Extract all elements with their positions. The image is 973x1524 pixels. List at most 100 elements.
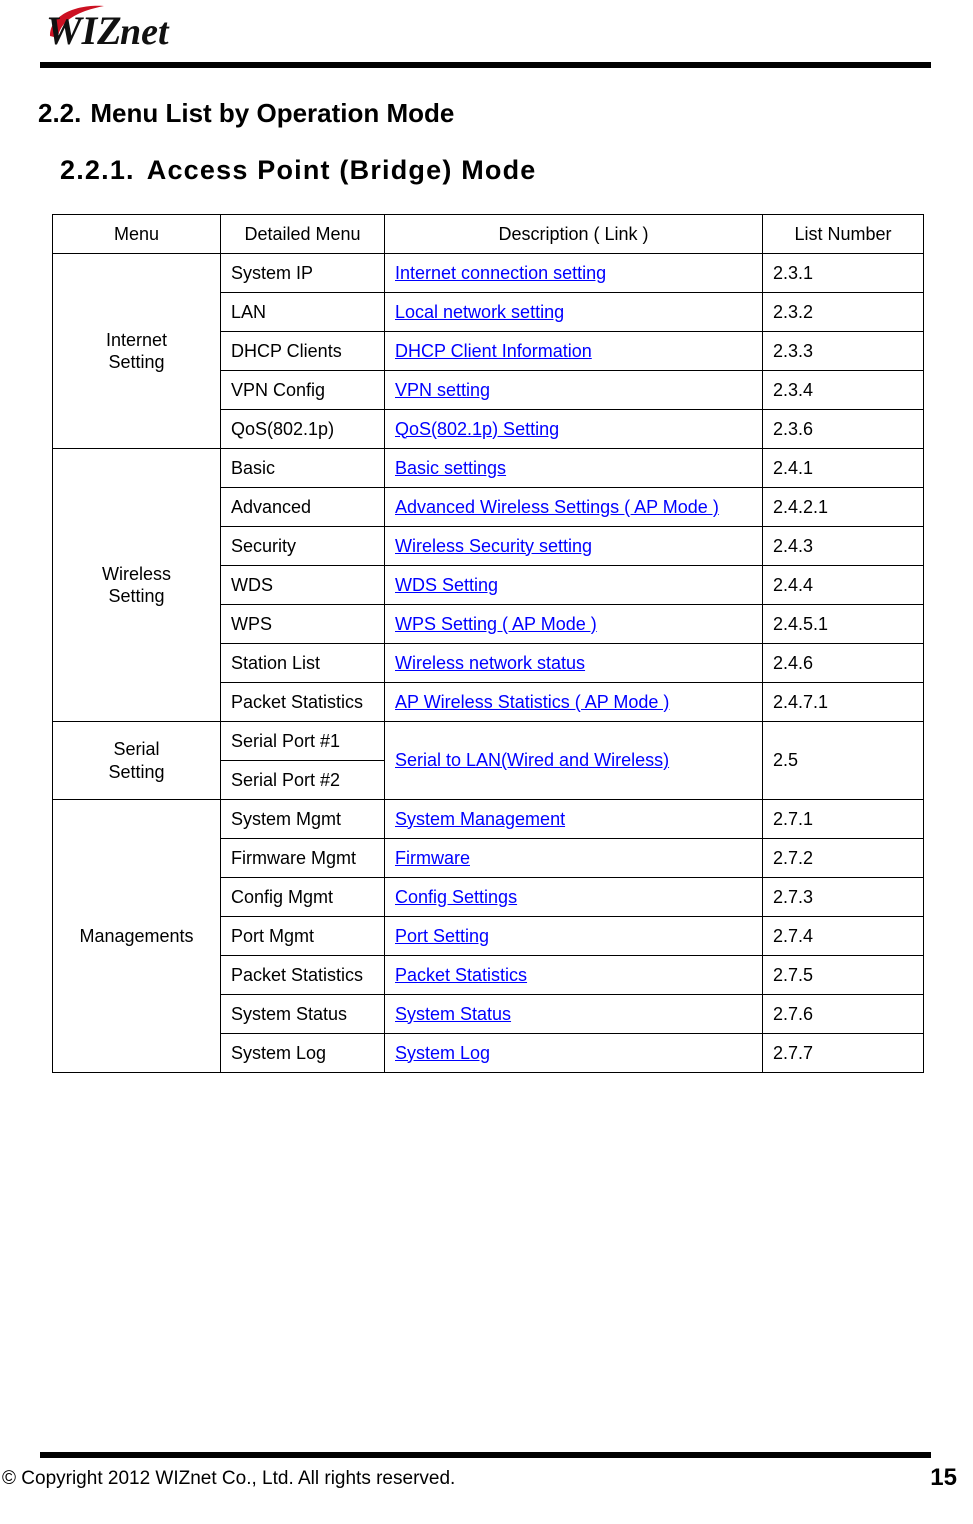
list-number: 2.4.6 [762, 643, 924, 683]
detail-menu-label: Station List [220, 643, 385, 683]
description-cell: Wireless Security setting [384, 526, 763, 566]
list-number: 2.3.6 [762, 409, 924, 449]
description-link[interactable]: WPS Setting ( AP Mode ) [395, 614, 597, 634]
column-header-description: Description ( Link ) [384, 214, 763, 254]
description-cell: Port Setting [384, 916, 763, 956]
description-link[interactable]: DHCP Client Information [395, 341, 592, 361]
description-link[interactable]: Firmware [395, 848, 470, 868]
page-header: WIZ net [0, 0, 973, 78]
list-number: 2.4.4 [762, 565, 924, 605]
subsection-title-text: Access Point (Bridge) Mode [146, 155, 537, 185]
footer-copyright: © Copyright 2012 WIZnet Co., Ltd. All ri… [2, 1468, 456, 1489]
description-cell: WDS Setting [384, 565, 763, 605]
footer-divider-rule [40, 1452, 931, 1458]
description-link[interactable]: Packet Statistics [395, 965, 527, 985]
detail-menu-label: LAN [220, 292, 385, 332]
description-cell: System Management [384, 799, 763, 839]
list-number: 2.3.4 [762, 370, 924, 410]
detail-menu-label: System Mgmt [220, 799, 385, 839]
detail-menu-label: Serial Port #2 [220, 760, 385, 800]
list-number: 2.4.1 [762, 448, 924, 488]
svg-text:WIZ: WIZ [46, 8, 122, 53]
description-link[interactable]: Local network setting [395, 302, 564, 322]
description-link[interactable]: Basic settings [395, 458, 506, 478]
description-cell: Wireless network status [384, 643, 763, 683]
detail-menu-label: Port Mgmt [220, 916, 385, 956]
group-label-internet-setting: Internet Setting [52, 253, 221, 449]
description-link[interactable]: Wireless network status [395, 653, 585, 673]
detail-menu-label: Packet Statistics [220, 682, 385, 722]
list-number: 2.7.7 [762, 1033, 924, 1073]
description-cell: Basic settings [384, 448, 763, 488]
description-link[interactable]: Port Setting [395, 926, 489, 946]
description-cell: VPN setting [384, 370, 763, 410]
description-link[interactable]: WDS Setting [395, 575, 498, 595]
description-cell: Advanced Wireless Settings ( AP Mode ) [384, 487, 763, 527]
subsection-title: 2.2.1. Access Point (Bridge) Mode [60, 155, 537, 186]
table-row: Internet Setting System IP Internet conne… [52, 253, 924, 449]
detail-menu-label: VPN Config [220, 370, 385, 410]
footer-page-number: 15 [930, 1464, 957, 1491]
list-number: 2.4.7.1 [762, 682, 924, 722]
detail-menu-label: Serial Port #1 [220, 721, 385, 761]
list-number: 2.4.5.1 [762, 604, 924, 644]
detail-menu-label: Advanced [220, 487, 385, 527]
page-title: 2.2. Menu List by Operation Mode [38, 98, 454, 129]
section-number: 2.2. [38, 98, 82, 128]
detail-menu-label: DHCP Clients [220, 331, 385, 371]
description-link[interactable]: System Management [395, 809, 565, 829]
description-cell: DHCP Client Information [384, 331, 763, 371]
detail-menu-label: System Status [220, 994, 385, 1034]
detail-menu-label: WPS [220, 604, 385, 644]
table-row: Serial Setting Serial Port #1 Serial to L… [52, 721, 924, 800]
detail-menu-label: Basic [220, 448, 385, 488]
description-link[interactable]: AP Wireless Statistics ( AP Mode ) [395, 692, 669, 712]
description-cell: System Log [384, 1033, 763, 1073]
list-number: 2.7.5 [762, 955, 924, 995]
list-number: 2.5 [762, 721, 924, 800]
column-header-list-number: List Number [762, 214, 924, 254]
header-divider-rule [40, 62, 931, 68]
description-link[interactable]: System Log [395, 1043, 490, 1063]
list-number: 2.7.1 [762, 799, 924, 839]
description-link[interactable]: Serial to LAN(Wired and Wireless) [395, 750, 669, 770]
description-link[interactable]: Advanced Wireless Settings ( AP Mode ) [395, 497, 719, 517]
table-header-row: Menu Detailed Menu Description ( Link ) … [52, 214, 924, 254]
group-label-wireless-setting: Wireless Setting [52, 448, 221, 722]
wiznet-logo: WIZ net [40, 2, 220, 58]
description-cell: WPS Setting ( AP Mode ) [384, 604, 763, 644]
detail-menu-label: Packet Statistics [220, 955, 385, 995]
description-link[interactable]: Internet connection setting [395, 263, 606, 283]
column-header-detailed-menu: Detailed Menu [220, 214, 385, 254]
group-label-serial-setting: Serial Setting [52, 721, 221, 800]
description-link[interactable]: VPN setting [395, 380, 490, 400]
description-cell: QoS(802.1p) Setting [384, 409, 763, 449]
detail-menu-label: WDS [220, 565, 385, 605]
svg-text:net: net [120, 11, 170, 53]
description-link[interactable]: Wireless Security setting [395, 536, 592, 556]
description-link[interactable]: System Status [395, 1004, 511, 1024]
list-number: 2.3.1 [762, 253, 924, 293]
list-number: 2.7.4 [762, 916, 924, 956]
detail-menu-label: System Log [220, 1033, 385, 1073]
menu-list-table-container: Menu Detailed Menu Description ( Link ) … [52, 214, 924, 1073]
table-row: Wireless Setting Basic Basic settings 2.4… [52, 448, 924, 722]
subsection-number: 2.2.1. [60, 155, 135, 185]
section-title: Menu List by Operation Mode [90, 98, 455, 128]
detail-menu-label: Security [220, 526, 385, 566]
detail-menu-label: Firmware Mgmt [220, 838, 385, 878]
detail-menu-label: QoS(802.1p) [220, 409, 385, 449]
list-number: 2.3.2 [762, 292, 924, 332]
description-cell: Local network setting [384, 292, 763, 332]
list-number: 2.7.6 [762, 994, 924, 1034]
description-link[interactable]: Config Settings [395, 887, 517, 907]
description-cell: AP Wireless Statistics ( AP Mode ) [384, 682, 763, 722]
list-number: 2.7.3 [762, 877, 924, 917]
description-link[interactable]: QoS(802.1p) Setting [395, 419, 559, 439]
description-cell: Internet connection setting [384, 253, 763, 293]
table-row: Managements System Mgmt System Managemen… [52, 799, 924, 1073]
group-label-managements: Managements [52, 799, 221, 1073]
menu-list-table: Menu Detailed Menu Description ( Link ) … [52, 214, 924, 1073]
description-cell: Firmware [384, 838, 763, 878]
column-header-menu: Menu [52, 214, 221, 254]
